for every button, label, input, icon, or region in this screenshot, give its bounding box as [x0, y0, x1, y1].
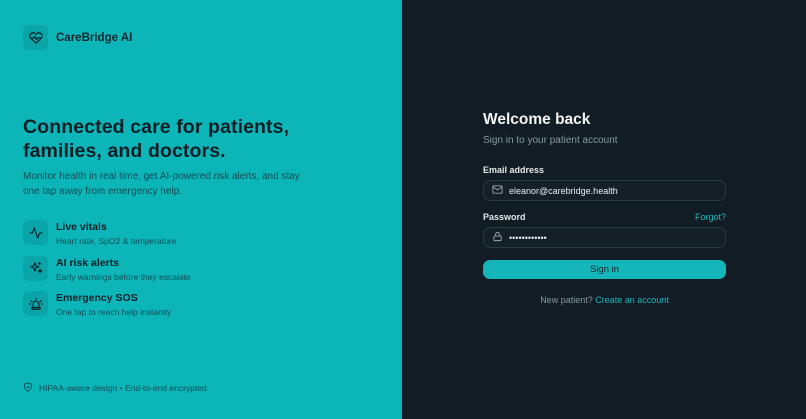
login-panel: Welcome back Sign in to your patient acc… [402, 0, 806, 419]
password-field[interactable] [483, 227, 726, 248]
feature-desc: Early warnings before they escalate [56, 271, 191, 282]
feature-list: Live vitals Heart rate, SpO2 & temperatu… [23, 220, 191, 327]
brand-name: CareBridge AI [56, 31, 133, 44]
feature-item-emergency-sos: Emergency SOS One tap to reach help inst… [23, 291, 191, 327]
activity-icon [23, 220, 48, 245]
mail-icon [492, 182, 503, 200]
siren-icon [23, 291, 48, 316]
email-input[interactable] [509, 185, 709, 196]
forgot-password-link[interactable]: Forgot? [695, 212, 726, 222]
login-title: Welcome back [483, 111, 591, 128]
feature-desc: Heart rate, SpO2 & temperature [56, 236, 177, 246]
feature-item-live-vitals: Live vitals Heart rate, SpO2 & temperatu… [23, 220, 191, 256]
feature-title: Emergency SOS [56, 292, 138, 304]
password-label: Password [483, 212, 526, 222]
security-note-text: HIPAA-aware design • End-to-end encrypte… [39, 383, 207, 393]
login-subtitle: Sign in to your patient account [483, 135, 618, 146]
password-input[interactable] [509, 232, 709, 243]
email-label: Email address [483, 165, 545, 175]
lock-icon [492, 229, 503, 247]
login-form: Welcome back Sign in to your patient acc… [483, 110, 726, 305]
signup-prompt: New patient? Create an account [483, 295, 726, 305]
brand: CareBridge AI [23, 25, 132, 50]
security-note: HIPAA-aware design • End-to-end encrypte… [23, 382, 207, 394]
create-account-link[interactable]: Create an account [595, 295, 669, 305]
heart-pulse-icon [23, 25, 48, 50]
new-patient-text: New patient? [540, 295, 593, 305]
feature-title: Live vitals [56, 221, 107, 233]
feature-item-ai-risk-alerts: AI risk alerts Early warnings before the… [23, 255, 191, 292]
marketing-panel: CareBridge AI Connected care for patient… [0, 0, 402, 419]
feature-desc: One tap to reach help instantly [56, 307, 172, 317]
hero-title: Connected care for patients, families, a… [23, 116, 290, 162]
feature-title: AI risk alerts [56, 256, 120, 269]
hero-subtitle: Monitor health in real time, get AI-powe… [23, 171, 300, 197]
sign-in-button[interactable]: Sign in [483, 260, 726, 279]
sparkles-icon [23, 255, 48, 281]
shield-check-icon [23, 382, 33, 394]
email-field[interactable] [483, 180, 726, 201]
